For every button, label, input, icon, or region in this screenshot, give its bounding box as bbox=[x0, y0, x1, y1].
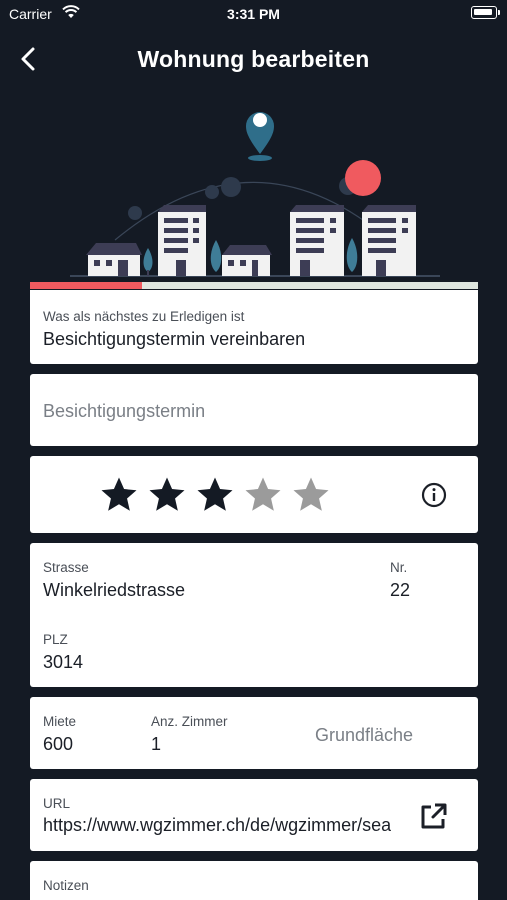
location-pin-icon bbox=[246, 112, 274, 161]
star-filled-icon[interactable] bbox=[98, 474, 140, 516]
details-card: Miete 600 Anz. Zimmer 1 Grundfläche bbox=[30, 697, 478, 769]
rent-label: Miete bbox=[43, 714, 77, 729]
star-empty-icon[interactable] bbox=[290, 474, 332, 516]
address-card: Strasse Winkelriedstrasse Nr. 22 PLZ 301… bbox=[30, 543, 478, 687]
rooms-label: Anz. Zimmer bbox=[151, 714, 228, 729]
star-rating[interactable] bbox=[98, 474, 332, 516]
status-bar: Carrier 3:31 PM bbox=[0, 0, 507, 28]
next-task-field[interactable]: Was als nächstes zu Erledigen ist Besich… bbox=[30, 290, 478, 364]
next-task-value: Besichtigungstermin vereinbaren bbox=[43, 329, 306, 349]
battery-icon bbox=[471, 6, 500, 19]
plz-label: PLZ bbox=[43, 632, 68, 647]
area-field[interactable]: Grundfläche bbox=[315, 725, 413, 746]
rent-field[interactable]: 600 bbox=[43, 734, 73, 755]
next-task-label: Was als nächstes zu Erledigen ist bbox=[43, 309, 245, 324]
info-icon[interactable] bbox=[420, 481, 448, 509]
star-filled-icon[interactable] bbox=[194, 474, 236, 516]
star-empty-icon[interactable] bbox=[242, 474, 284, 516]
house-number-label: Nr. bbox=[390, 560, 408, 575]
appointment-placeholder: Besichtigungstermin bbox=[43, 401, 206, 421]
task-progress-bar bbox=[30, 282, 478, 289]
appointment-field[interactable]: Besichtigungstermin bbox=[30, 374, 478, 446]
rooms-field[interactable]: 1 bbox=[151, 734, 161, 755]
task-progress-fill bbox=[30, 282, 142, 289]
city-illustration bbox=[70, 112, 440, 277]
clock: 3:31 PM bbox=[227, 6, 280, 22]
navigation-bar: Wohnung bearbeiten bbox=[0, 28, 507, 92]
url-label: URL bbox=[43, 796, 71, 811]
url-card: URL https://www.wgzimmer.ch/de/wgzimmer/… bbox=[30, 779, 478, 851]
street-field[interactable]: Winkelriedstrasse bbox=[43, 580, 185, 601]
open-external-link-icon[interactable] bbox=[416, 800, 450, 834]
url-field[interactable]: https://www.wgzimmer.ch/de/wgzimmer/sear… bbox=[43, 815, 391, 836]
street-label: Strasse bbox=[43, 560, 89, 575]
house-number-field[interactable]: 22 bbox=[390, 580, 410, 601]
star-filled-icon[interactable] bbox=[146, 474, 188, 516]
rating-card bbox=[30, 456, 478, 533]
page-title: Wohnung bearbeiten bbox=[137, 46, 370, 72]
plz-field[interactable]: 3014 bbox=[43, 652, 83, 673]
notes-label: Notizen bbox=[43, 878, 89, 893]
notes-field[interactable]: Notizen bbox=[30, 861, 478, 900]
